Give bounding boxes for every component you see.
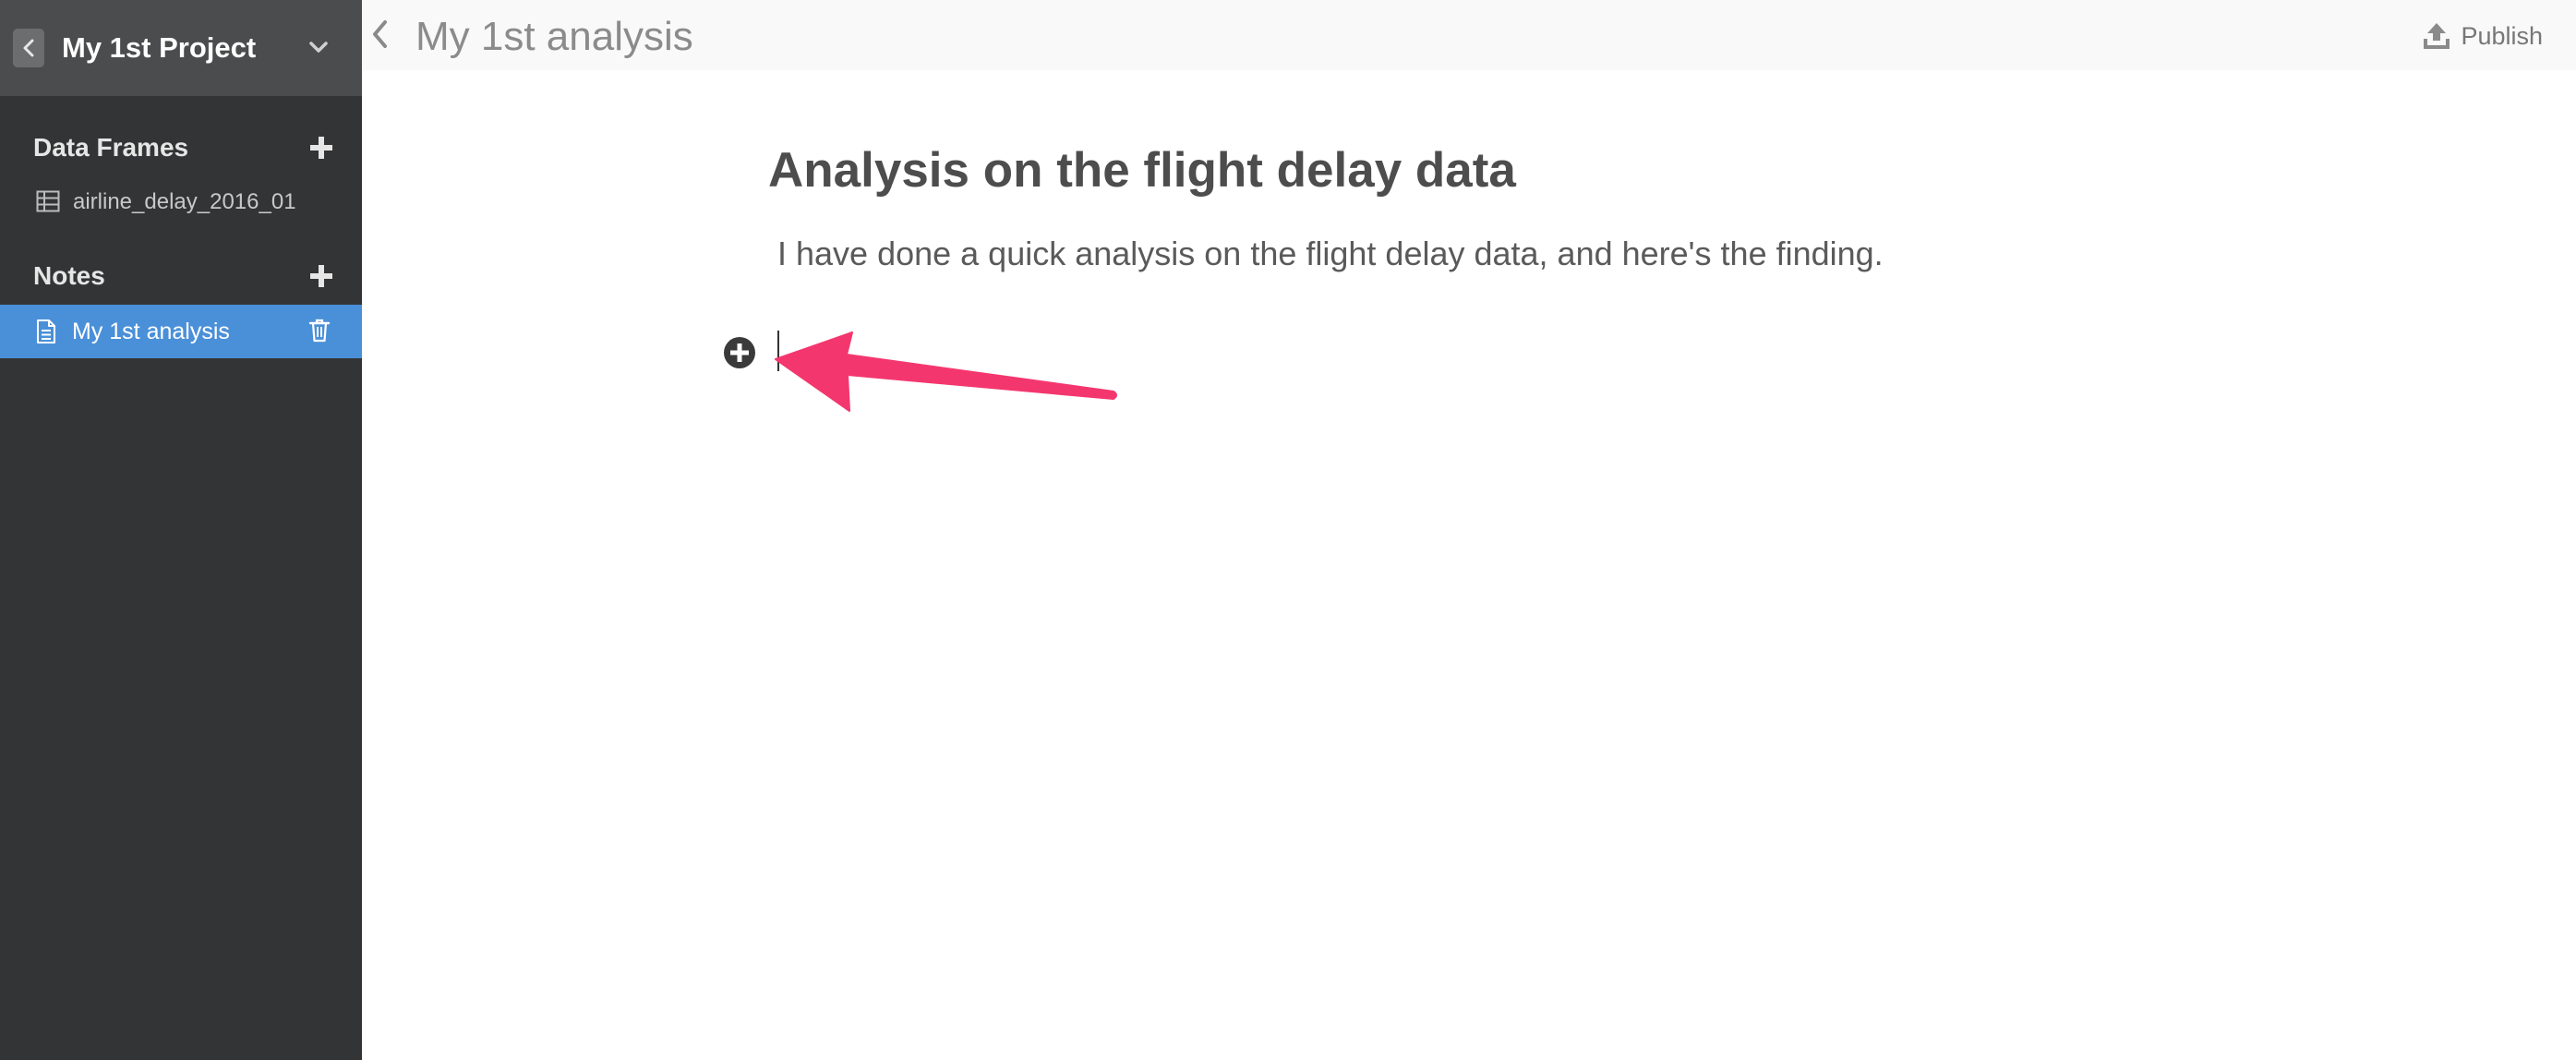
document-heading[interactable]: Analysis on the flight delay data bbox=[768, 139, 1516, 203]
plus-circle-icon[interactable] bbox=[723, 336, 756, 369]
collapse-sidebar-button[interactable] bbox=[369, 18, 390, 50]
sidebar-item-label: My 1st analysis bbox=[72, 319, 230, 344]
document-icon bbox=[37, 319, 55, 343]
upload-icon bbox=[2424, 23, 2450, 49]
add-data-frame-button[interactable] bbox=[308, 135, 334, 161]
publish-button[interactable]: Publish bbox=[2422, 18, 2543, 54]
chevron-left-icon bbox=[23, 39, 34, 57]
table-icon bbox=[36, 190, 60, 212]
add-note-button[interactable] bbox=[308, 263, 334, 289]
trash-icon[interactable] bbox=[308, 318, 331, 343]
project-header: My 1st Project bbox=[0, 0, 362, 96]
sidebar-item-note[interactable]: My 1st analysis bbox=[0, 305, 362, 358]
notes-header: Notes bbox=[33, 261, 105, 290]
document-paragraph[interactable]: I have done a quick analysis on the flig… bbox=[777, 233, 1884, 275]
app-window: My 1st Project Data Frames airline_delay… bbox=[0, 0, 2576, 1060]
sidebar-item-data-frame[interactable]: airline_delay_2016_01 bbox=[0, 183, 362, 222]
annotation-arrow bbox=[775, 331, 1117, 412]
note-title[interactable]: My 1st analysis bbox=[415, 13, 693, 61]
project-title[interactable]: My 1st Project bbox=[62, 30, 256, 66]
sidebar-item-label: airline_delay_2016_01 bbox=[73, 189, 296, 214]
top-bar: My 1st analysis Publish bbox=[362, 0, 2576, 70]
data-frames-header: Data Frames bbox=[33, 133, 189, 162]
publish-label: Publish bbox=[2461, 21, 2543, 50]
sidebar: My 1st Project Data Frames airline_delay… bbox=[0, 0, 362, 1060]
chevron-down-icon[interactable] bbox=[307, 35, 331, 59]
back-button[interactable] bbox=[13, 29, 44, 67]
